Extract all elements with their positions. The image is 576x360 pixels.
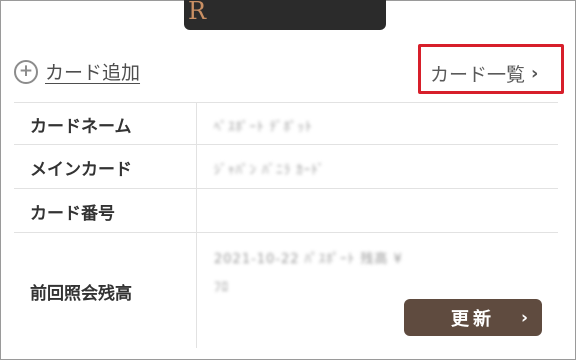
card-image: [184, 0, 386, 30]
chevron-right-icon: ›: [531, 63, 539, 84]
row-label-card-name: カードネーム: [14, 103, 210, 145]
card-logo-mark: R: [188, 0, 207, 25]
chevron-right-icon: ›: [520, 307, 528, 328]
row-label-last-balance: 前回照会残高: [14, 233, 210, 349]
row-label-main-card: メインカード: [14, 145, 210, 189]
update-button[interactable]: 更新 ›: [404, 299, 542, 336]
value-main-card: ｼﾞｬﾊﾟﾝ ﾊﾞﾆﾗ ｶｰﾄﾞ: [214, 163, 326, 178]
add-card-link[interactable]: + カード追加: [14, 58, 140, 85]
card-list-label: カード一覧: [430, 64, 526, 86]
table-row: カード番号: [14, 188, 558, 233]
table-divider: [196, 102, 197, 348]
value-last-balance-extra: ﾌﾛ: [214, 280, 229, 295]
value-card-name: ﾍﾟｽﾎﾟｰﾄ ﾃﾞﾎﾟｯﾄ: [214, 120, 313, 135]
card-list-link[interactable]: カード一覧 ›: [430, 60, 538, 87]
row-label-card-number: カード番号: [14, 189, 210, 233]
add-card-label: カード追加: [45, 62, 141, 84]
plus-circle-icon: +: [14, 59, 38, 84]
value-last-balance: 2021-10-22 ﾊﾟｽﾎﾟｰﾄ 残高 ¥: [214, 252, 403, 267]
update-button-label: 更新: [451, 308, 495, 330]
